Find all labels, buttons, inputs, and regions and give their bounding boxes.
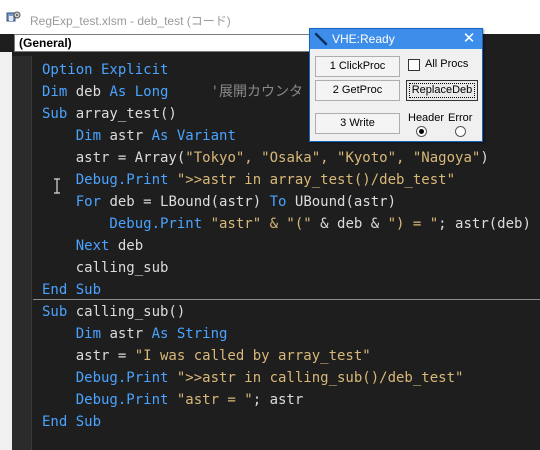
code-token: deb — [75, 84, 110, 100]
code-line[interactable]: astr = Array("Tokyo", "Osaka", "Kyoto", … — [42, 147, 489, 169]
code-token: For — [42, 194, 110, 210]
code-line[interactable]: Option Explicit — [42, 59, 168, 81]
code-token: Sub — [42, 106, 76, 122]
code-token: Next — [42, 238, 118, 254]
click-proc-button[interactable]: 1 ClickProc — [315, 56, 400, 77]
code-token: "Tokyo", "Osaka", "Kyoto", "Nagoya" — [185, 150, 481, 166]
object-combo[interactable]: (General) — [14, 34, 314, 52]
code-token: calling_sub — [42, 260, 169, 276]
code-token: ) — [480, 150, 489, 166]
error-radio[interactable] — [455, 126, 466, 137]
code-token: ; astr — [252, 392, 304, 408]
code-token: As Variant — [151, 128, 236, 144]
code-token: deb = LBound(astr) — [109, 194, 270, 210]
code-token: End Sub — [42, 282, 102, 298]
code-line[interactable]: End Sub — [42, 411, 101, 433]
code-token: Debug.Print — [42, 392, 177, 408]
all-procs-label: All Procs — [425, 58, 469, 70]
text-cursor-icon — [54, 178, 60, 194]
code-line[interactable]: Next deb — [42, 235, 143, 257]
all-procs-checkbox[interactable] — [408, 59, 420, 71]
code-token: astr — [109, 128, 152, 144]
code-token: As Long — [109, 84, 169, 100]
procedure-separator — [33, 299, 540, 300]
code-line[interactable]: Sub calling_sub() — [42, 301, 185, 323]
code-token: Dim — [42, 128, 110, 144]
vhe-tool-window: VHE:Ready ✕ 1 ClickProc All Procs 2 GetP… — [309, 28, 483, 142]
code-token: "astr" & "(" — [210, 216, 321, 232]
code-line[interactable]: Sub array_test() — [42, 103, 177, 125]
write-button[interactable]: 3 Write — [315, 113, 400, 134]
code-token: "I was called by array_test" — [134, 348, 371, 364]
code-token: As String — [151, 326, 228, 342]
code-token: ") = " — [387, 216, 439, 232]
code-token: Dim — [42, 326, 110, 342]
code-token: array_test() — [75, 106, 177, 122]
code-line[interactable]: Dim astr As Variant — [42, 125, 236, 147]
code-token: "astr = " — [176, 392, 253, 408]
code-token: astr = — [42, 348, 135, 364]
code-token: Dim — [42, 84, 76, 100]
close-icon[interactable]: ✕ — [460, 30, 478, 48]
code-token: Option Explicit — [42, 62, 169, 78]
window-left-edge — [0, 52, 12, 450]
code-token: & deb & — [320, 216, 388, 232]
error-label: Error — [448, 112, 473, 124]
code-line[interactable]: For deb = LBound(astr) To UBound(astr) — [42, 191, 396, 213]
code-line[interactable]: calling_sub — [42, 257, 169, 279]
code-token: Sub — [42, 304, 76, 320]
code-token: calling_sub() — [75, 304, 186, 320]
code-token: To — [269, 194, 295, 210]
vhe-title: VHE:Ready — [332, 32, 395, 46]
code-line[interactable]: Debug.Print ">>astr in calling_sub()/deb… — [42, 367, 464, 389]
code-line[interactable]: Debug.Print "astr" & "(" & deb & ") = ";… — [42, 213, 531, 235]
replace-deb-button[interactable]: ReplaceDeb — [406, 80, 478, 101]
code-token: Debug.Print — [42, 172, 177, 188]
code-token: astr = Array( — [42, 150, 186, 166]
code-token: End Sub — [42, 414, 102, 430]
header-radio[interactable] — [416, 126, 427, 137]
code-line[interactable]: End Sub — [42, 279, 101, 301]
vba-editor-icon — [6, 11, 21, 22]
code-token: ; astr(deb) — [438, 216, 531, 232]
code-token: UBound(astr) — [294, 194, 397, 210]
code-token: deb — [117, 238, 144, 254]
window-title: RegExp_test.xlsm - deb_test (コード) — [30, 14, 231, 28]
code-line[interactable]: Dim astr As String — [42, 323, 228, 345]
code-token: ">>astr in calling_sub()/deb_test" — [176, 370, 464, 386]
get-proc-button[interactable]: 2 GetProc — [315, 80, 400, 101]
header-label: Header — [408, 112, 445, 124]
vhe-title-bar[interactable]: VHE:Ready ✕ — [310, 29, 482, 49]
code-token: '展開カウンタ — [168, 84, 304, 100]
pen-icon — [314, 32, 328, 46]
code-token: astr — [109, 326, 152, 342]
code-line[interactable]: Dim deb As Long '展開カウンタ — [42, 81, 303, 103]
code-token: ">>astr in array_test()/deb_test" — [176, 172, 456, 188]
code-line[interactable]: astr = "I was called by array_test" — [42, 345, 371, 367]
code-line[interactable]: Debug.Print ">>astr in array_test()/deb_… — [42, 169, 455, 191]
code-line[interactable]: Debug.Print "astr = "; astr — [42, 389, 304, 411]
code-token: Debug.Print — [42, 216, 211, 232]
code-token: Debug.Print — [42, 370, 177, 386]
margin-indicator-bar[interactable] — [12, 56, 32, 450]
